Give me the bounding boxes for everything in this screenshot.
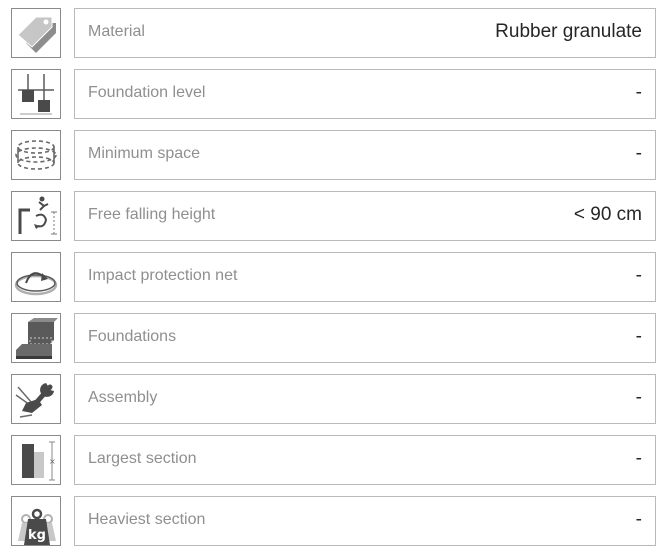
spec-label: Foundations <box>88 328 177 345</box>
spec-field-heaviest-section: Heaviest section - <box>74 496 656 546</box>
spec-value: - <box>635 143 642 164</box>
spec-label: Largest section <box>88 450 197 467</box>
spec-row-minimum-space: Minimum space - <box>0 130 660 180</box>
specification-list: Material Rubber granulate Foundation lev… <box>0 0 660 546</box>
weight-kg-icon: kg <box>11 496 61 546</box>
svg-text:×: × <box>49 457 56 466</box>
spec-label: Free falling height <box>88 206 216 223</box>
spec-value: < 90 cm <box>573 204 642 225</box>
spec-field-impact-protection-net: Impact protection net - <box>74 252 656 302</box>
free-fall-height-icon <box>11 191 61 241</box>
impact-net-icon <box>11 252 61 302</box>
spec-label: Heaviest section <box>88 511 206 528</box>
foundation-level-icon <box>11 69 61 119</box>
spec-field-assembly: Assembly - <box>74 374 656 424</box>
spec-value: - <box>635 82 642 103</box>
spec-field-free-falling-height: Free falling height < 90 cm <box>74 191 656 241</box>
spec-row-heaviest-section: kg Heaviest section - <box>0 496 660 546</box>
spec-label: Assembly <box>88 389 158 406</box>
spec-field-minimum-space: Minimum space - <box>74 130 656 180</box>
spec-field-foundation-level: Foundation level - <box>74 69 656 119</box>
spec-value: - <box>635 387 642 408</box>
spec-value: - <box>635 509 642 530</box>
price-tag-icon <box>11 8 61 58</box>
spec-row-foundation-level: Foundation level - <box>0 69 660 119</box>
weight-unit-text: kg <box>28 528 46 543</box>
spec-value: - <box>635 448 642 469</box>
wrench-assembly-icon <box>11 374 61 424</box>
spec-row-material: Material Rubber granulate <box>0 8 660 58</box>
spec-row-largest-section: × Largest section - <box>0 435 660 485</box>
spec-value: - <box>635 326 642 347</box>
minimum-space-icon <box>11 130 61 180</box>
spec-row-foundations: Foundations - <box>0 313 660 363</box>
spec-field-foundations: Foundations - <box>74 313 656 363</box>
spec-label: Foundation level <box>88 84 206 101</box>
spec-label: Minimum space <box>88 145 201 162</box>
section-size-icon: × <box>11 435 61 485</box>
spec-row-assembly: Assembly - <box>0 374 660 424</box>
foundation-block-icon <box>11 313 61 363</box>
spec-field-largest-section: Largest section - <box>74 435 656 485</box>
spec-field-material: Material Rubber granulate <box>74 8 656 58</box>
spec-label: Material <box>88 23 145 40</box>
spec-row-impact-protection-net: Impact protection net - <box>0 252 660 302</box>
spec-label: Impact protection net <box>88 267 238 284</box>
spec-row-free-falling-height: Free falling height < 90 cm <box>0 191 660 241</box>
spec-value: - <box>635 265 642 286</box>
spec-value: Rubber granulate <box>495 21 642 42</box>
